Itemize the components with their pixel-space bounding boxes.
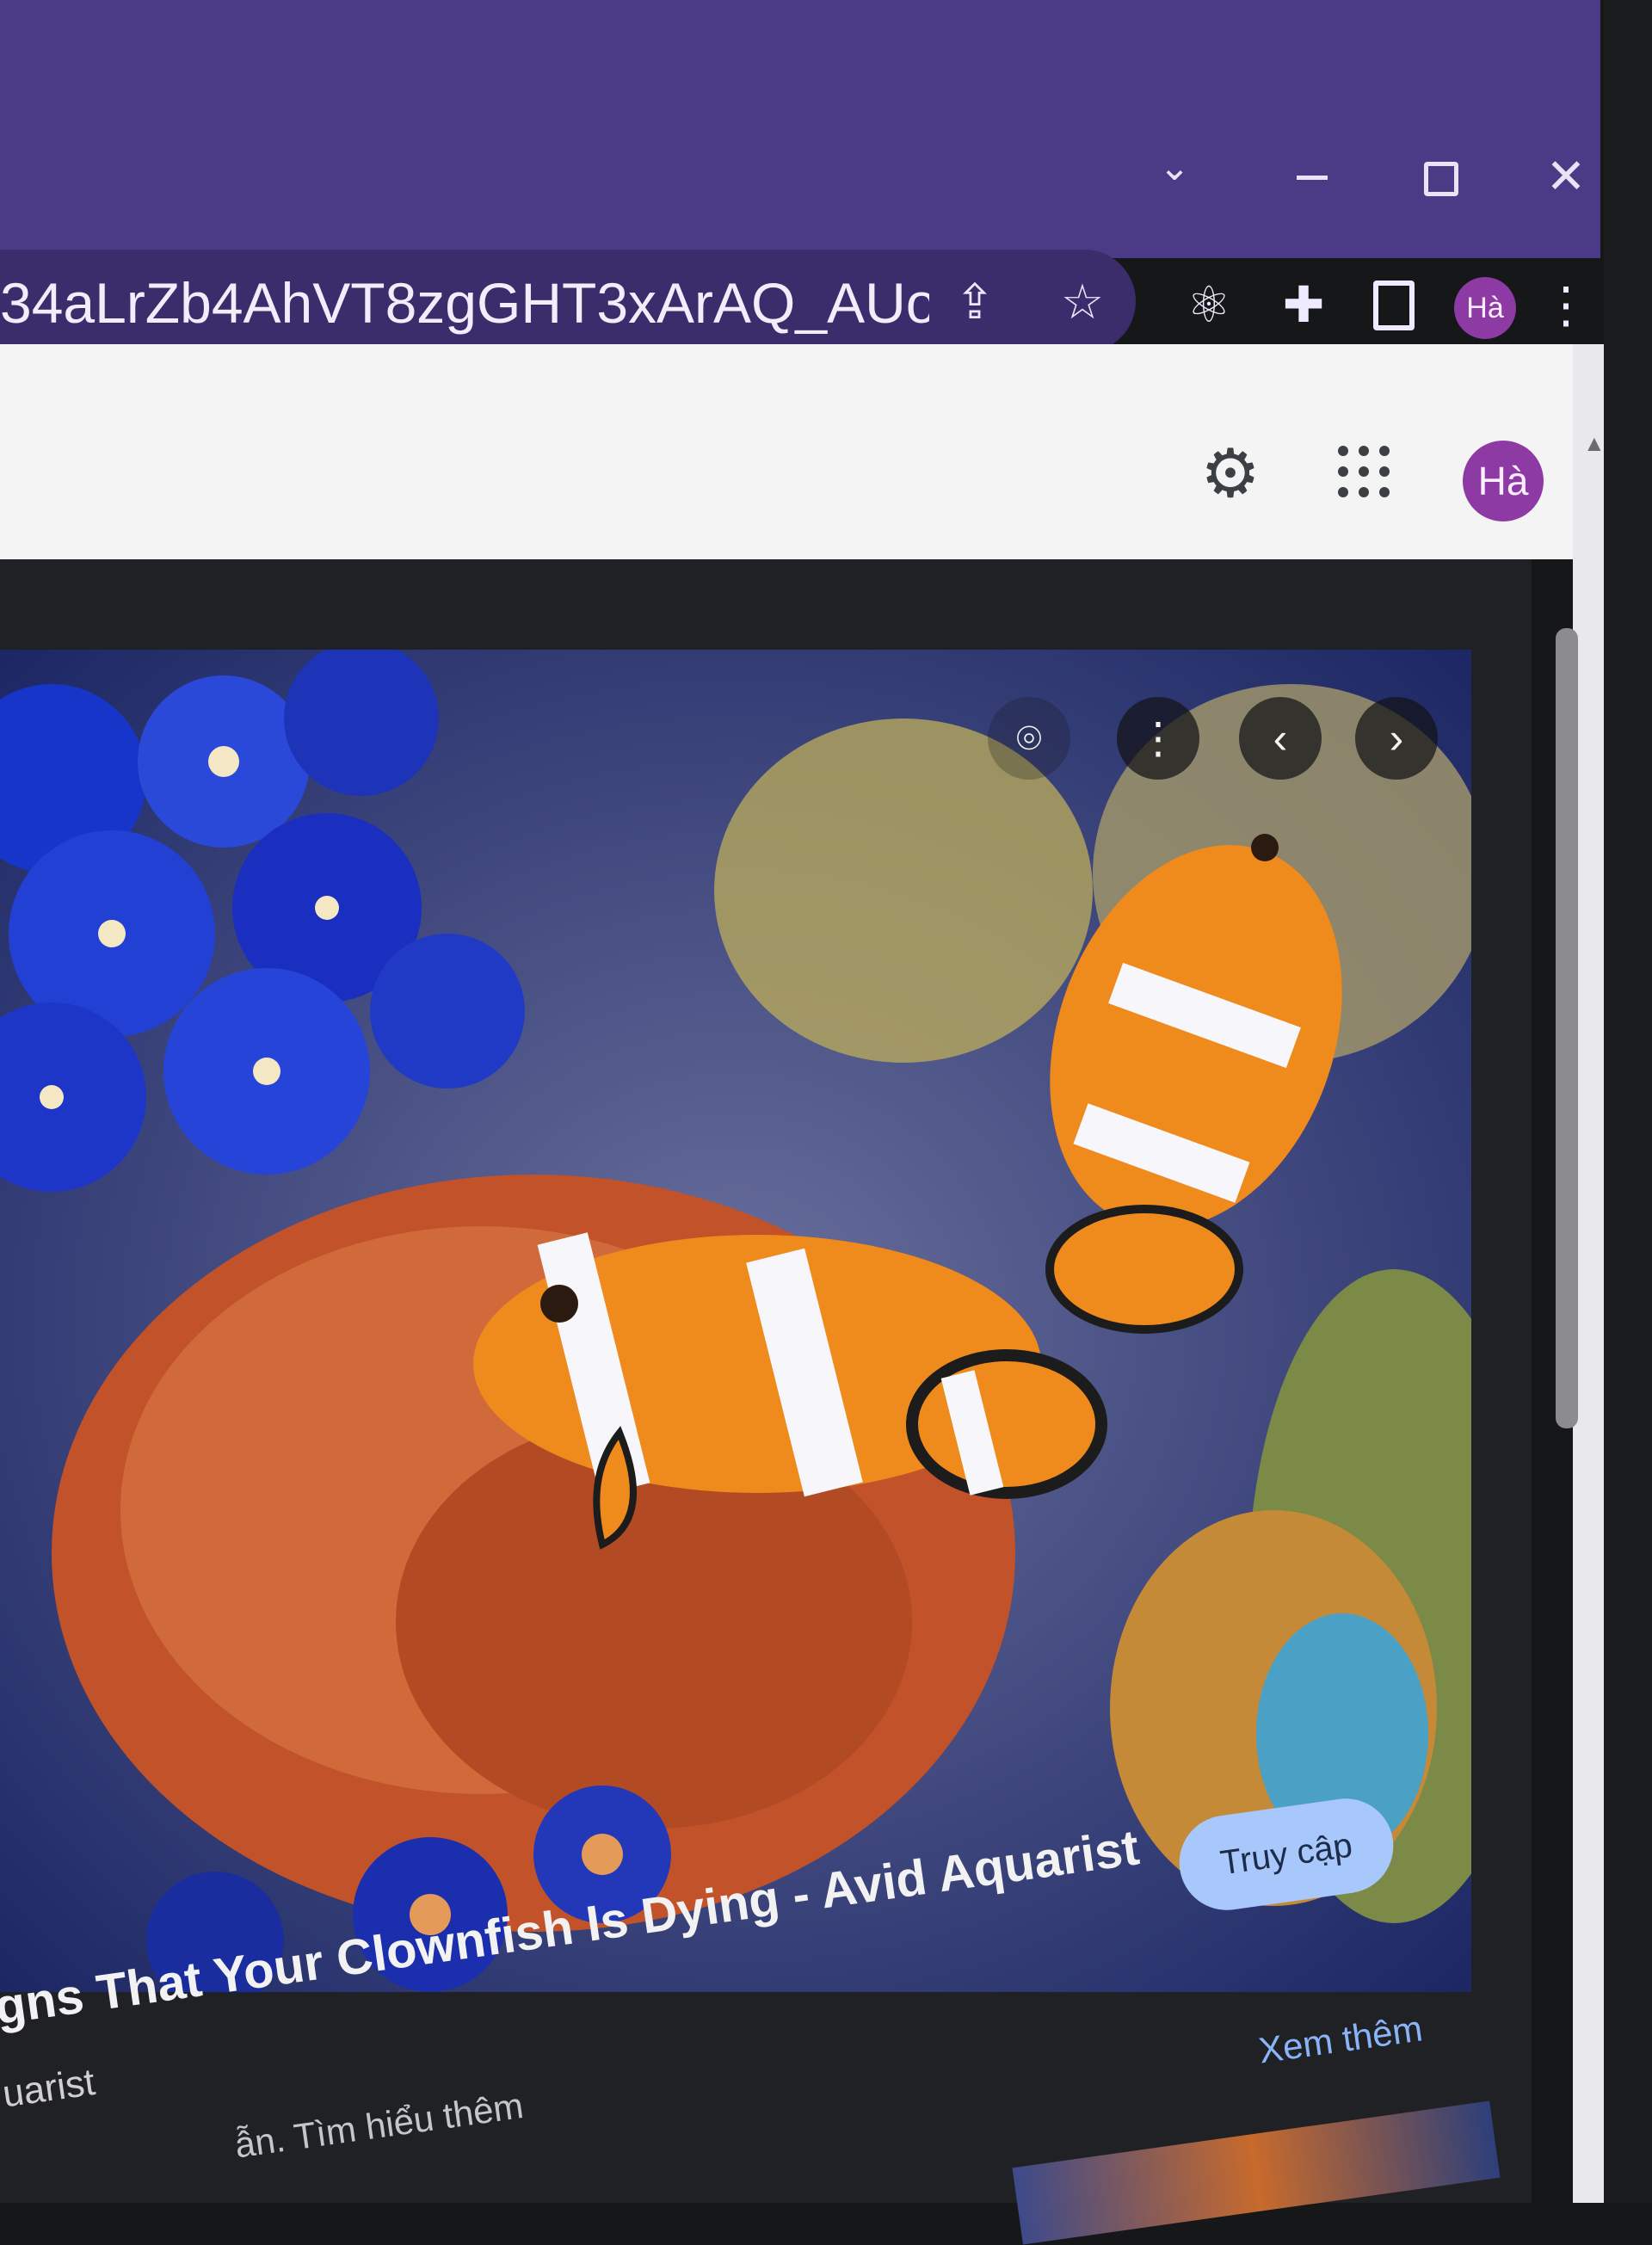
more-icon[interactable]: ⋮ <box>1117 697 1199 780</box>
minimize-icon <box>1297 176 1328 180</box>
chevron-right-icon[interactable]: › <box>1355 697 1438 780</box>
scroll-up-icon[interactable]: ▲ <box>1583 430 1606 457</box>
minimize-button[interactable] <box>1282 146 1342 207</box>
apps-dot <box>1359 487 1369 497</box>
star-icon[interactable]: ☆ <box>1054 274 1111 330</box>
puzzle-icon[interactable]: ✚ <box>1273 275 1334 336</box>
close-window-button[interactable]: ✕ <box>1536 146 1596 207</box>
viewer-scroll-thumb[interactable] <box>1556 628 1578 1428</box>
apps-icon[interactable] <box>1338 446 1407 515</box>
restore-button[interactable] <box>1411 146 1471 207</box>
side-panel-glyph <box>1373 281 1415 330</box>
chevron-left-icon[interactable]: ‹ <box>1239 697 1322 780</box>
browser-profile-avatar[interactable]: Hà <box>1454 277 1516 339</box>
apps-dot <box>1359 446 1369 456</box>
share-icon[interactable]: ⇪ <box>946 274 1003 330</box>
clownfish-photo[interactable] <box>0 650 1471 1992</box>
address-bar[interactable]: 34aLrZb4AhVT8zgGHT3xArAQ_AUo... ⇪ ☆ <box>0 250 1136 353</box>
apps-dot <box>1338 446 1348 456</box>
browser-menu-icon[interactable]: ⋮ <box>1536 275 1596 336</box>
apps-dot <box>1379 487 1390 497</box>
apps-dot <box>1379 466 1390 477</box>
apps-dot <box>1359 466 1369 477</box>
url-text[interactable]: 34aLrZb4AhVT8zgGHT3xArAQ_AUo... <box>0 268 929 337</box>
clownfish-photo-art <box>0 650 1471 1992</box>
atom-icon[interactable]: ⚛ <box>1179 275 1239 336</box>
tab-search-icon[interactable]: ⌄ <box>1144 138 1205 198</box>
browser-titlebar <box>0 0 1600 258</box>
apps-dot <box>1379 446 1390 456</box>
apps-dot <box>1338 466 1348 477</box>
lens-icon[interactable]: ⌾ <box>988 697 1070 780</box>
side-panel-icon[interactable] <box>1364 275 1424 336</box>
restore-icon <box>1424 162 1458 196</box>
google-profile-avatar[interactable]: Hà <box>1463 441 1544 521</box>
settings-icon[interactable]: ⚙ <box>1196 439 1265 508</box>
apps-dot <box>1338 487 1348 497</box>
monitor-bezel <box>1604 0 1652 2203</box>
